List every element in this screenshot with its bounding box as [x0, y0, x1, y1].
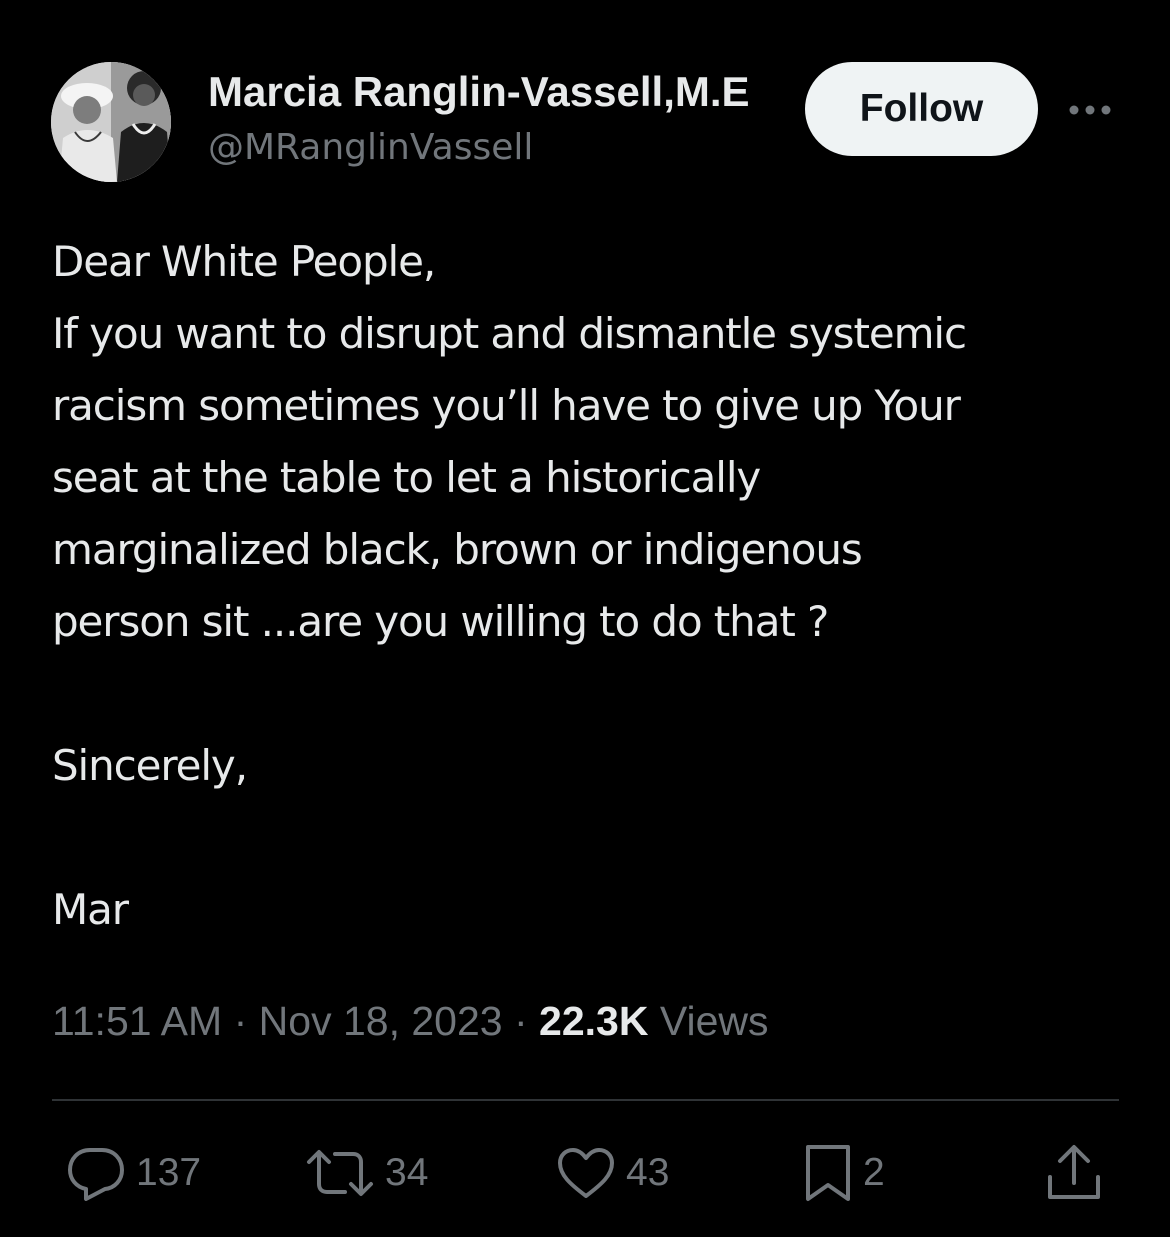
repost-button[interactable]: 34 [305, 1140, 428, 1206]
tweet-line: marginalized black, brown or indigenous [52, 525, 863, 574]
tweet-line: If you want to disrupt and dismantle sys… [52, 309, 967, 358]
reply-count: 137 [136, 1151, 202, 1194]
tweet-text: Dear White People, If you want to disrup… [52, 226, 1142, 946]
display-name[interactable]: Marcia Ranglin-Vassell,M.E [208, 66, 784, 118]
tweet-line [52, 802, 1142, 874]
reply-button[interactable]: 137 [66, 1140, 201, 1206]
avatar[interactable] [51, 62, 171, 182]
bookmark-button[interactable]: 2 [803, 1140, 885, 1206]
repost-count: 34 [385, 1151, 429, 1194]
more-dots-icon[interactable] [1066, 96, 1114, 124]
tweet-meta: 11:51 AM · Nov 18, 2023 · 22.3K Views [52, 994, 769, 1048]
tweet-line: Mar [52, 885, 129, 934]
user-handle[interactable]: @MRanglinVassell [208, 124, 533, 172]
tweet-line: racism sometimes you’ll have to give up … [52, 381, 961, 430]
share-icon [1048, 1145, 1100, 1199]
tweet-line [52, 658, 1142, 730]
profile-photo [51, 62, 171, 182]
tweet-line: seat at the table to let a historically [52, 453, 761, 502]
tweet-time[interactable]: 11:51 AM [52, 998, 222, 1044]
tweet-line: person sit ...are you willing to do that… [52, 597, 829, 646]
tweet-line: Dear White People, [52, 237, 436, 286]
like-count: 43 [626, 1151, 670, 1194]
tweet-line: Sincerely, [52, 741, 248, 790]
heart-icon [558, 1148, 614, 1198]
share-button[interactable] [1046, 1140, 1102, 1206]
tweet-date[interactable]: Nov 18, 2023 [259, 998, 503, 1044]
meta-separator: · [233, 998, 248, 1044]
reply-icon [68, 1148, 124, 1201]
like-button[interactable]: 43 [556, 1140, 669, 1206]
repost-icon [307, 1150, 373, 1196]
meta-separator: · [513, 998, 528, 1044]
bookmark-count: 2 [863, 1151, 885, 1194]
bookmark-icon [806, 1145, 850, 1201]
follow-button[interactable]: Follow [805, 62, 1038, 156]
views-label: Views [659, 998, 769, 1044]
views-count: 22.3K [539, 998, 649, 1044]
divider [52, 1099, 1119, 1101]
